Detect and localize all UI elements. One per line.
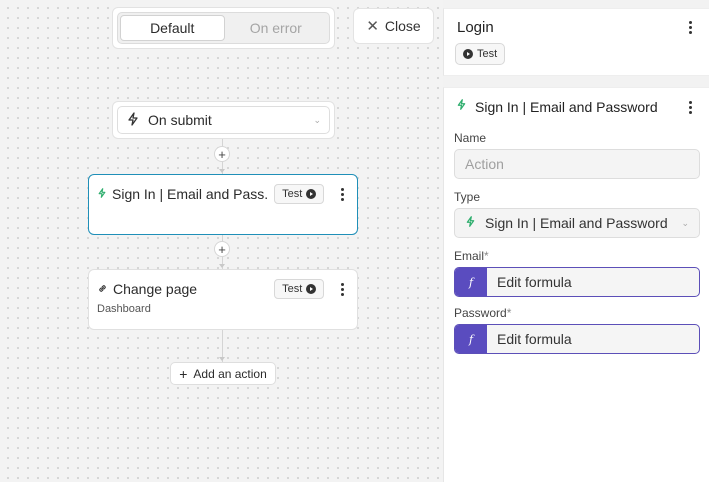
close-icon: ✕ — [366, 18, 379, 35]
step-title: Sign In | Email and Pass... — [112, 186, 268, 202]
arrow-down-icon — [219, 264, 225, 268]
trigger-select[interactable]: On submit ⌄ — [117, 106, 330, 134]
more-options-icon[interactable] — [335, 282, 349, 296]
email-formula-field[interactable]: f Edit formula — [454, 267, 700, 297]
name-placeholder: Action — [465, 156, 504, 172]
email-formula-text: Edit formula — [497, 274, 572, 290]
lightning-icon — [97, 186, 107, 202]
play-icon — [306, 284, 317, 294]
action-title: Sign In | Email and Password — [475, 99, 658, 115]
test-button[interactable]: Test — [274, 184, 325, 204]
tab-on-error[interactable]: On error — [225, 15, 328, 41]
more-options-icon[interactable] — [683, 100, 697, 114]
trigger-label: On submit — [148, 112, 212, 128]
password-label: Password* — [454, 306, 512, 320]
email-label: Email* — [454, 249, 489, 263]
mode-toggle: Default On error — [112, 7, 335, 49]
close-button[interactable]: ✕ Close — [353, 8, 434, 44]
step-title: Change page — [113, 281, 198, 297]
lightning-icon — [465, 215, 476, 231]
insert-step-button[interactable]: + — [214, 241, 230, 257]
play-icon — [463, 49, 473, 59]
name-label: Name — [454, 131, 487, 145]
link-icon — [97, 281, 108, 297]
play-icon — [306, 189, 317, 199]
step-card-signin[interactable]: Sign In | Email and Pass... Test — [88, 174, 358, 235]
formula-icon: f — [455, 268, 487, 296]
step-card-change-page[interactable]: Change page Test Dashboard — [88, 269, 358, 330]
test-workflow-button[interactable]: Test — [455, 43, 506, 65]
chevron-down-icon: ⌄ — [313, 114, 321, 125]
step-subtitle: Dashboard — [97, 303, 151, 315]
panel-title: Login — [457, 19, 494, 36]
workflow-panel: Login Test — [443, 8, 709, 76]
more-options-icon[interactable] — [335, 187, 349, 201]
action-name-input[interactable]: Action — [454, 149, 700, 179]
test-label: Test — [477, 48, 498, 60]
action-type-select[interactable]: Sign In | Email and Password ⌄ — [454, 208, 700, 238]
lightning-icon — [456, 98, 467, 116]
password-formula-field[interactable]: f Edit formula — [454, 324, 700, 354]
plus-icon: + — [179, 365, 188, 382]
lightning-icon — [126, 111, 140, 129]
insert-step-button[interactable]: + — [214, 146, 230, 162]
arrow-down-icon — [219, 357, 225, 361]
type-value: Sign In | Email and Password — [485, 215, 668, 231]
test-button[interactable]: Test — [274, 279, 325, 299]
password-formula-text: Edit formula — [497, 331, 572, 347]
trigger-card: On submit ⌄ — [112, 101, 335, 139]
more-options-icon[interactable] — [683, 21, 697, 34]
test-label: Test — [282, 283, 303, 295]
add-action-button[interactable]: + Add an action — [170, 362, 276, 385]
test-label: Test — [282, 188, 303, 200]
type-label: Type — [454, 190, 481, 204]
chevron-down-icon: ⌄ — [681, 217, 689, 228]
arrow-down-icon — [219, 169, 225, 173]
tab-default[interactable]: Default — [120, 15, 225, 41]
add-action-label: Add an action — [193, 366, 267, 381]
action-panel: Sign In | Email and Password Name Action… — [443, 87, 709, 482]
close-label: Close — [384, 18, 421, 34]
formula-icon: f — [455, 325, 487, 353]
